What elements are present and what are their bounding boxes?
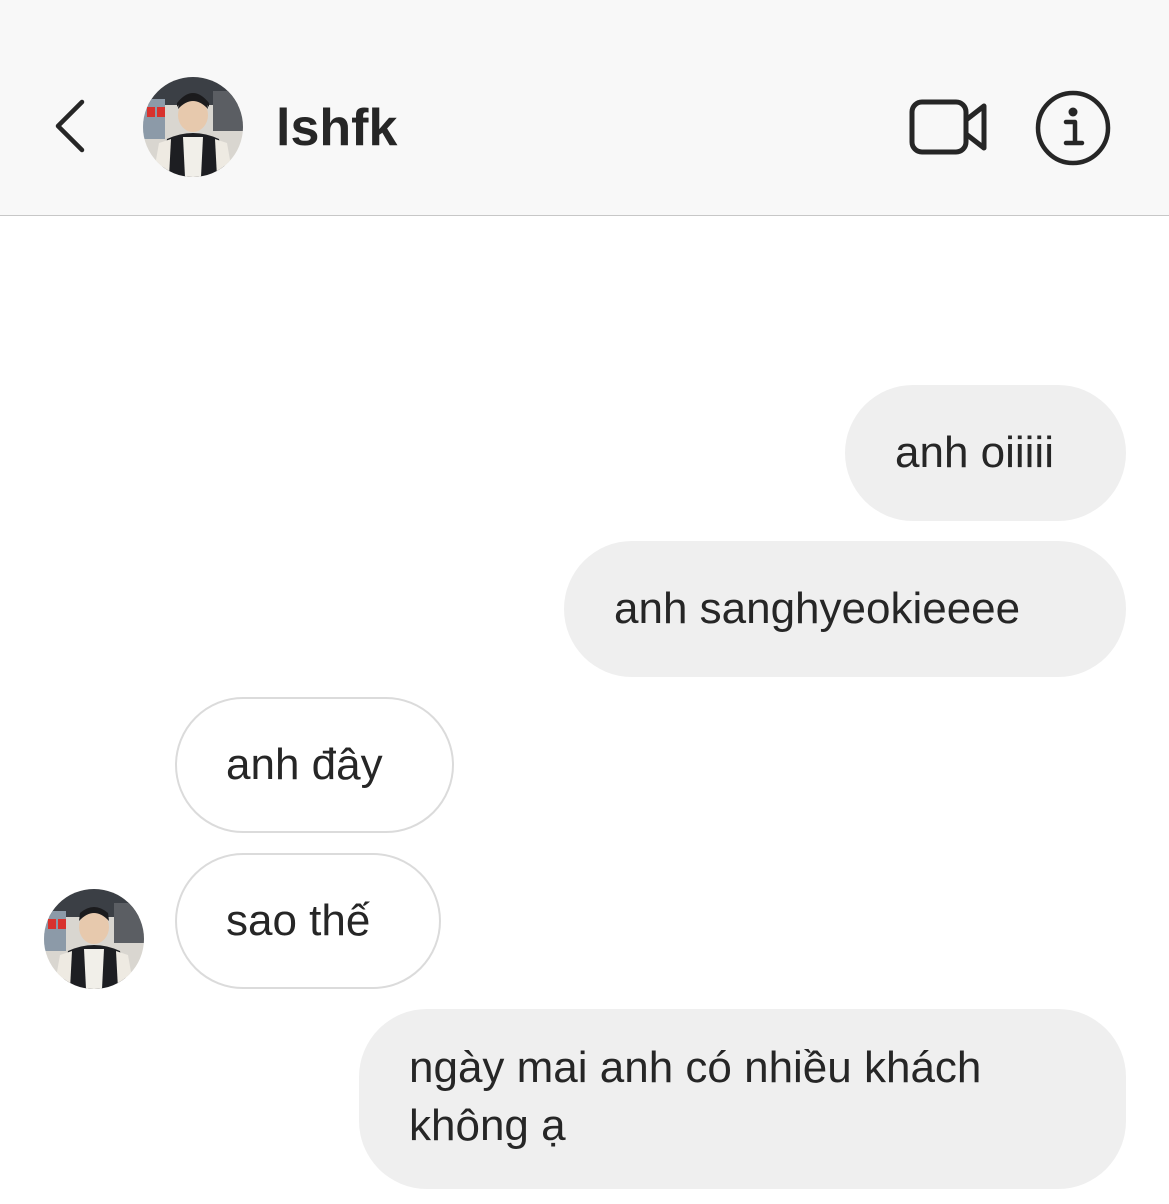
message-text: anh đây: [226, 740, 383, 789]
message-bubble-received[interactable]: sao thế: [175, 853, 441, 989]
message-text: anh oiiiii: [895, 428, 1054, 477]
info-icon: [1035, 90, 1111, 166]
message-text: anh sanghyeokieeee: [614, 584, 1021, 633]
avatar[interactable]: [143, 77, 243, 177]
chat-header: lshfk: [0, 0, 1169, 216]
back-button[interactable]: [40, 90, 100, 162]
message-text-line: không ạ: [409, 1101, 566, 1150]
chat-username[interactable]: lshfk: [276, 98, 397, 158]
message-bubble-sent[interactable]: anh sanghyeokieeee: [564, 541, 1126, 677]
message-text-line: ngày mai anh có nhiều khách: [409, 1043, 982, 1092]
message-text: sao thế: [226, 896, 371, 945]
video-call-button[interactable]: [906, 92, 992, 162]
message-bubble-sent[interactable]: ngày mai anh có nhiều khách không ạ: [359, 1009, 1126, 1189]
message-bubble-received[interactable]: anh đây: [175, 697, 454, 833]
sender-avatar[interactable]: [44, 889, 144, 989]
video-camera-icon: [909, 99, 987, 155]
profile-photo: [143, 77, 243, 177]
chevron-left-icon: [55, 99, 85, 153]
profile-photo: [44, 889, 144, 989]
info-button[interactable]: [1034, 89, 1112, 167]
message-bubble-sent[interactable]: anh oiiiii: [845, 385, 1126, 521]
